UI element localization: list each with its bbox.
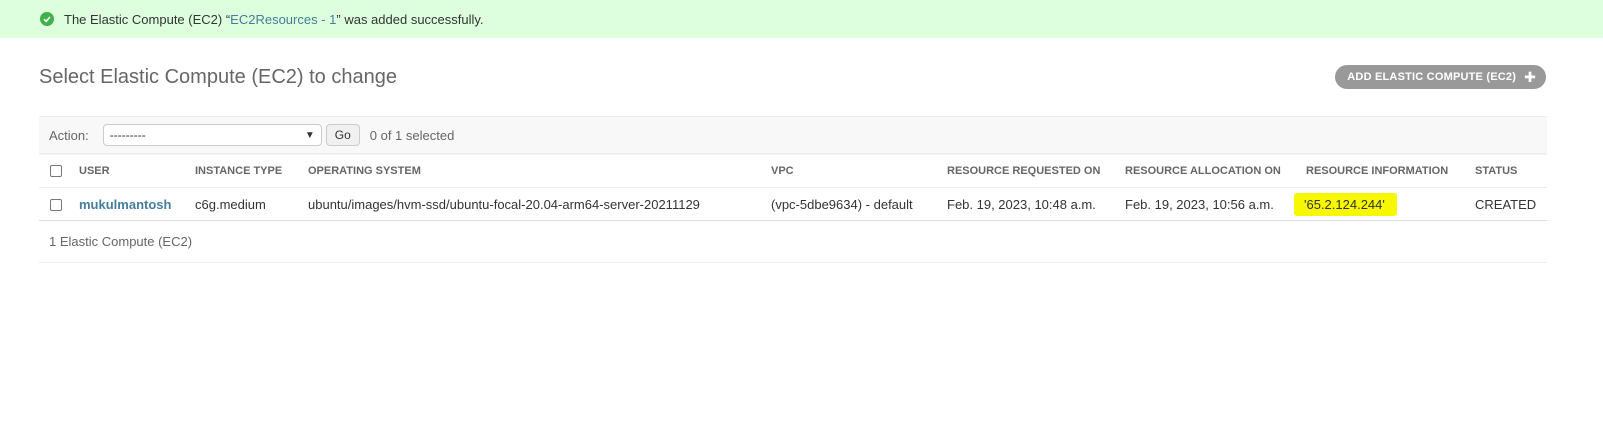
- select-all-cell: [39, 154, 79, 188]
- success-message: The Elastic Compute (EC2) “EC2Resources …: [0, 0, 1603, 38]
- user-cell: mukulmantosh: [79, 187, 195, 221]
- column-header-user[interactable]: User: [79, 154, 195, 188]
- resource-information-cell: '65.2.124.244': [1294, 187, 1475, 221]
- page-title: Select Elastic Compute (EC2) to change: [39, 66, 397, 88]
- paginator: 1 Elastic Compute (EC2): [39, 221, 1547, 263]
- column-header-status[interactable]: Status: [1475, 154, 1547, 188]
- column-header-requested-on[interactable]: Resource requested on: [947, 154, 1125, 188]
- results-table: User Instance type Operating system VPC …: [39, 154, 1547, 221]
- add-ec2-button-label: ADD ELASTIC COMPUTE (EC2): [1347, 71, 1517, 83]
- instance-type-cell: c6g.medium: [195, 187, 308, 221]
- allocated-on-cell: Feb. 19, 2023, 10:56 a.m.: [1125, 187, 1306, 221]
- select-all-checkbox[interactable]: [50, 165, 62, 178]
- vpc-cell: (vpc-5dbe9634) - default: [771, 187, 947, 221]
- resource-information-value: '65.2.124.244': [1294, 192, 1397, 216]
- action-select[interactable]: --------- ▼: [102, 124, 322, 146]
- selection-counter: 0 of 1 selected: [369, 127, 455, 143]
- operating-system-cell: ubuntu/images/hvm-ssd/ubuntu-focal-20.04…: [308, 187, 771, 221]
- column-header-resource-information[interactable]: Resource information: [1306, 154, 1475, 188]
- success-message-suffix: ” was added successfully.: [336, 11, 484, 27]
- action-select-value: ---------: [109, 128, 146, 142]
- table-row: mukulmantosh c6g.medium ubuntu/images/hv…: [39, 187, 1547, 221]
- column-header-instance-type[interactable]: Instance type: [195, 154, 308, 188]
- row-checkbox[interactable]: [50, 199, 62, 212]
- table-header-row: User Instance type Operating system VPC …: [39, 154, 1547, 188]
- column-header-operating-system[interactable]: Operating system: [308, 154, 771, 188]
- action-label: Action:: [49, 127, 89, 143]
- success-message-prefix: The Elastic Compute (EC2) “: [64, 11, 231, 27]
- column-header-allocation-on[interactable]: Resource allocation on: [1125, 154, 1306, 188]
- user-link[interactable]: mukulmantosh: [79, 197, 171, 212]
- actions-bar: Action: --------- ▼ Go 0 of 1 selected: [39, 116, 1547, 154]
- requested-on-cell: Feb. 19, 2023, 10:48 a.m.: [947, 187, 1125, 221]
- status-cell: CREATED: [1475, 187, 1547, 221]
- check-circle-icon: [40, 12, 54, 26]
- chevron-down-icon: ▼: [304, 129, 315, 141]
- success-message-link[interactable]: EC2Resources - 1: [230, 12, 336, 27]
- row-select-cell: [39, 187, 79, 221]
- column-header-vpc[interactable]: VPC: [771, 154, 947, 188]
- add-ec2-button[interactable]: ADD ELASTIC COMPUTE (EC2) ✚: [1335, 65, 1546, 89]
- go-button[interactable]: Go: [325, 124, 360, 146]
- plus-icon: ✚: [1524, 69, 1536, 85]
